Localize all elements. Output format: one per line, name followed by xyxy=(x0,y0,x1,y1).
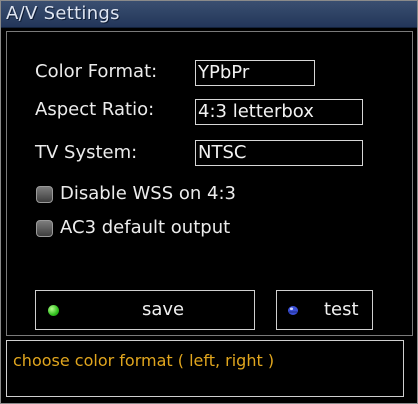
ac3-default-checkbox[interactable] xyxy=(36,220,53,237)
disable-wss-label: Disable WSS on 4:3 xyxy=(60,183,236,204)
aspect-ratio-label: Aspect Ratio: xyxy=(35,99,155,120)
blue-indicator-icon xyxy=(288,306,298,315)
ac3-default-label: AC3 default output xyxy=(60,217,231,238)
green-indicator-icon xyxy=(48,305,59,316)
status-hint-text: choose color format ( left, right ) xyxy=(13,351,275,370)
aspect-ratio-field[interactable]: 4:3 letterbox xyxy=(195,99,363,125)
tv-system-label: TV System: xyxy=(35,142,138,163)
settings-panel: Color Format: YPbPr Aspect Ratio: 4:3 le… xyxy=(6,31,413,336)
save-button-label: save xyxy=(142,299,185,320)
title-bar: A/V Settings xyxy=(1,1,417,28)
av-settings-window: A/V Settings Color Format: YPbPr Aspect … xyxy=(0,0,418,404)
disable-wss-checkbox[interactable] xyxy=(36,186,53,203)
color-format-label: Color Format: xyxy=(35,61,158,82)
tv-system-field[interactable]: NTSC xyxy=(195,140,363,166)
save-button[interactable]: save xyxy=(35,290,255,330)
status-bar: choose color format ( left, right ) xyxy=(6,340,404,397)
test-button[interactable]: test xyxy=(276,290,373,330)
test-button-label: test xyxy=(324,299,359,320)
window-title: A/V Settings xyxy=(6,3,120,24)
color-format-field[interactable]: YPbPr xyxy=(195,60,315,86)
